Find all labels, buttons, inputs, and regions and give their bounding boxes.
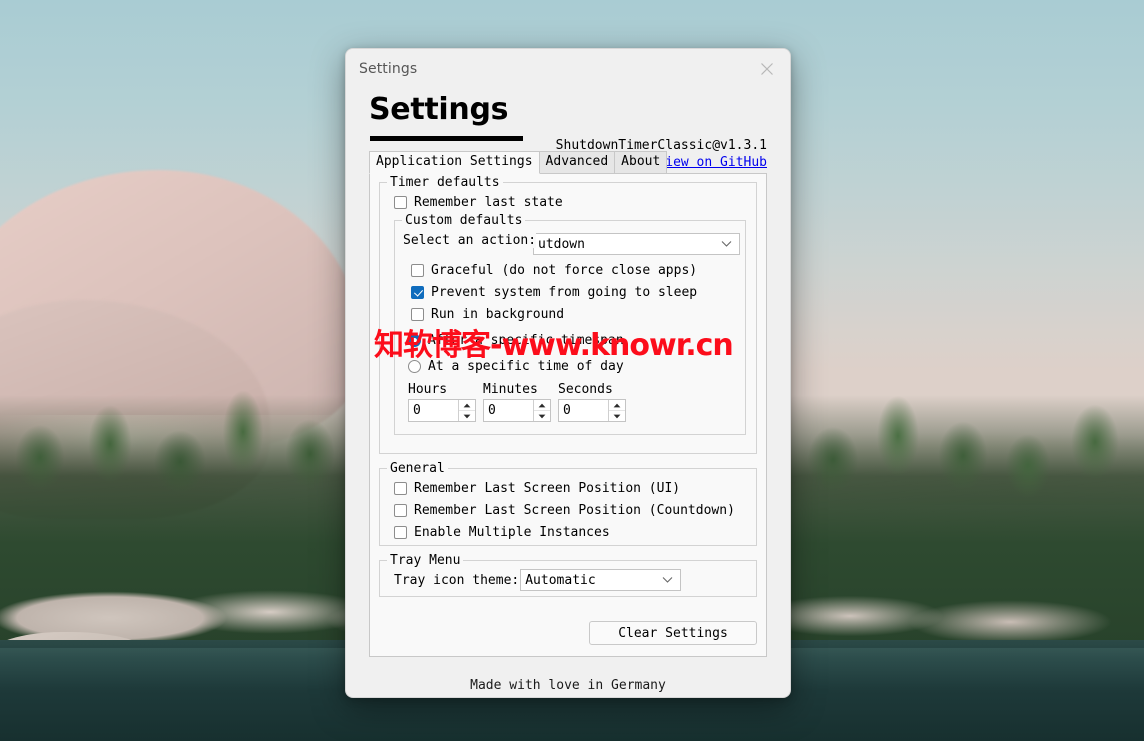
spinner-hours-down[interactable]: [459, 411, 475, 421]
row-remember-last-state: Remember last state: [394, 192, 747, 213]
legend-tray-menu: Tray Menu: [387, 553, 464, 568]
group-timer-defaults: Timer defaults Remember last state Custo…: [379, 175, 757, 454]
label-remember-position-ui: Remember Last Screen Position (UI): [414, 481, 681, 496]
caret-down-icon: [613, 414, 621, 418]
window-content: Settings ShutdownTimerClassic@v1.3.1 Vie…: [346, 89, 790, 697]
combobox-tray-icon-theme[interactable]: Automatic: [520, 569, 682, 591]
label-hours: Hours: [408, 382, 448, 397]
row-select-action: Select an action: utdown: [403, 228, 740, 255]
combobox-action-value: utdown: [538, 236, 585, 252]
checkbox-remember-position-countdown[interactable]: [394, 504, 407, 517]
field-hours: Hours 0: [408, 382, 483, 422]
label-seconds: Seconds: [558, 382, 613, 397]
label-remember-last-state: Remember last state: [414, 195, 563, 210]
spinner-minutes-buttons: [533, 400, 550, 421]
label-graceful: Graceful (do not force close apps): [431, 263, 698, 278]
legend-timer-defaults: Timer defaults: [387, 175, 503, 190]
label-minutes: Minutes: [483, 382, 538, 397]
legend-general: General: [387, 461, 448, 476]
spinner-seconds-up[interactable]: [609, 400, 625, 411]
row-graceful: Graceful (do not force close apps): [411, 260, 737, 281]
label-remember-position-countdown: Remember Last Screen Position (Countdown…: [414, 503, 735, 518]
desktop-wallpaper: Settings Settings ShutdownTimerClassic@v…: [0, 0, 1144, 741]
combobox-action[interactable]: utdown: [533, 233, 740, 255]
checkbox-run-background[interactable]: [411, 308, 424, 321]
input-minutes[interactable]: 0: [484, 400, 533, 421]
tab-application-settings[interactable]: Application Settings: [369, 151, 540, 174]
caret-up-icon: [613, 403, 621, 407]
input-hours[interactable]: 0: [409, 400, 458, 421]
row-tray-icon-theme: Tray icon theme: Automatic: [394, 569, 747, 591]
close-button[interactable]: [744, 49, 790, 89]
row-remember-pos-ui: Remember Last Screen Position (UI): [394, 478, 747, 499]
chevron-down-icon: [721, 241, 732, 247]
spinner-hours-up[interactable]: [459, 400, 475, 411]
spinner-hours-buttons: [458, 400, 475, 421]
spinner-hours[interactable]: 0: [408, 399, 476, 422]
label-prevent-sleep: Prevent system from going to sleep: [431, 285, 698, 300]
tab-strip: Application Settings Advanced About: [369, 151, 767, 174]
settings-window: Settings Settings ShutdownTimerClassic@v…: [345, 48, 791, 698]
timespan-fields: Hours 0 Minutes 0 Seconds 0: [408, 382, 737, 422]
row-remember-pos-countdown: Remember Last Screen Position (Countdown…: [394, 500, 747, 521]
checkbox-graceful[interactable]: [411, 264, 424, 277]
row-mode-timeofday: At a specific time of day: [408, 356, 737, 377]
label-enable-multiple-instances: Enable Multiple Instances: [414, 525, 610, 540]
caret-up-icon: [538, 403, 546, 407]
window-title-label: Settings: [359, 61, 418, 77]
radio-at-time-of-day[interactable]: [408, 360, 421, 373]
row-mode-timespan: After a specific timespan: [408, 330, 737, 351]
checkbox-remember-last-state[interactable]: [394, 196, 407, 209]
spinner-minutes-down[interactable]: [534, 411, 550, 421]
row-multiple-instances: Enable Multiple Instances: [394, 522, 747, 543]
chevron-down-icon: [662, 577, 673, 583]
caret-down-icon: [463, 414, 471, 418]
label-tray-icon-theme: Tray icon theme:: [394, 572, 520, 588]
tab-advanced[interactable]: Advanced: [538, 151, 616, 174]
caret-down-icon: [538, 414, 546, 418]
title-underline: [370, 136, 523, 141]
group-general: General Remember Last Screen Position (U…: [379, 461, 757, 546]
label-run-background: Run in background: [431, 307, 565, 322]
radio-after-timespan[interactable]: [408, 334, 421, 347]
spinner-seconds-down[interactable]: [609, 411, 625, 421]
checkbox-enable-multiple-instances[interactable]: [394, 526, 407, 539]
combobox-tray-icon-theme-value: Automatic: [525, 572, 596, 588]
label-at-time-of-day: At a specific time of day: [428, 359, 624, 374]
page-title: Settings: [369, 92, 509, 127]
label-after-timespan: After a specific timespan: [428, 333, 624, 348]
input-seconds[interactable]: 0: [559, 400, 608, 421]
group-tray-menu: Tray Menu Tray icon theme: Automatic: [379, 553, 757, 597]
clear-settings-button[interactable]: Clear Settings: [589, 621, 757, 645]
tab-about[interactable]: About: [614, 151, 668, 174]
row-prevent-sleep: Prevent system from going to sleep: [411, 282, 737, 303]
group-custom-defaults: Custom defaults Select an action: utdown: [394, 213, 746, 435]
spinner-seconds-buttons: [608, 400, 625, 421]
field-seconds: Seconds 0: [558, 382, 633, 422]
checkbox-remember-position-ui[interactable]: [394, 482, 407, 495]
spinner-minutes-up[interactable]: [534, 400, 550, 411]
spinner-seconds[interactable]: 0: [558, 399, 626, 422]
window-titlebar: Settings: [346, 49, 790, 89]
close-icon: [761, 63, 773, 75]
caret-up-icon: [463, 403, 471, 407]
spinner-minutes[interactable]: 0: [483, 399, 551, 422]
footer-text: Made with love in Germany: [470, 678, 666, 693]
legend-custom-defaults: Custom defaults: [402, 213, 526, 228]
field-minutes: Minutes 0: [483, 382, 558, 422]
tab-page-application-settings: Timer defaults Remember last state Custo…: [369, 173, 767, 657]
row-run-background: Run in background: [411, 304, 737, 325]
checkbox-prevent-sleep[interactable]: [411, 286, 424, 299]
label-select-action: Select an action:: [403, 232, 537, 248]
page-header: Settings ShutdownTimerClassic@v1.3.1 Vie…: [369, 89, 767, 170]
